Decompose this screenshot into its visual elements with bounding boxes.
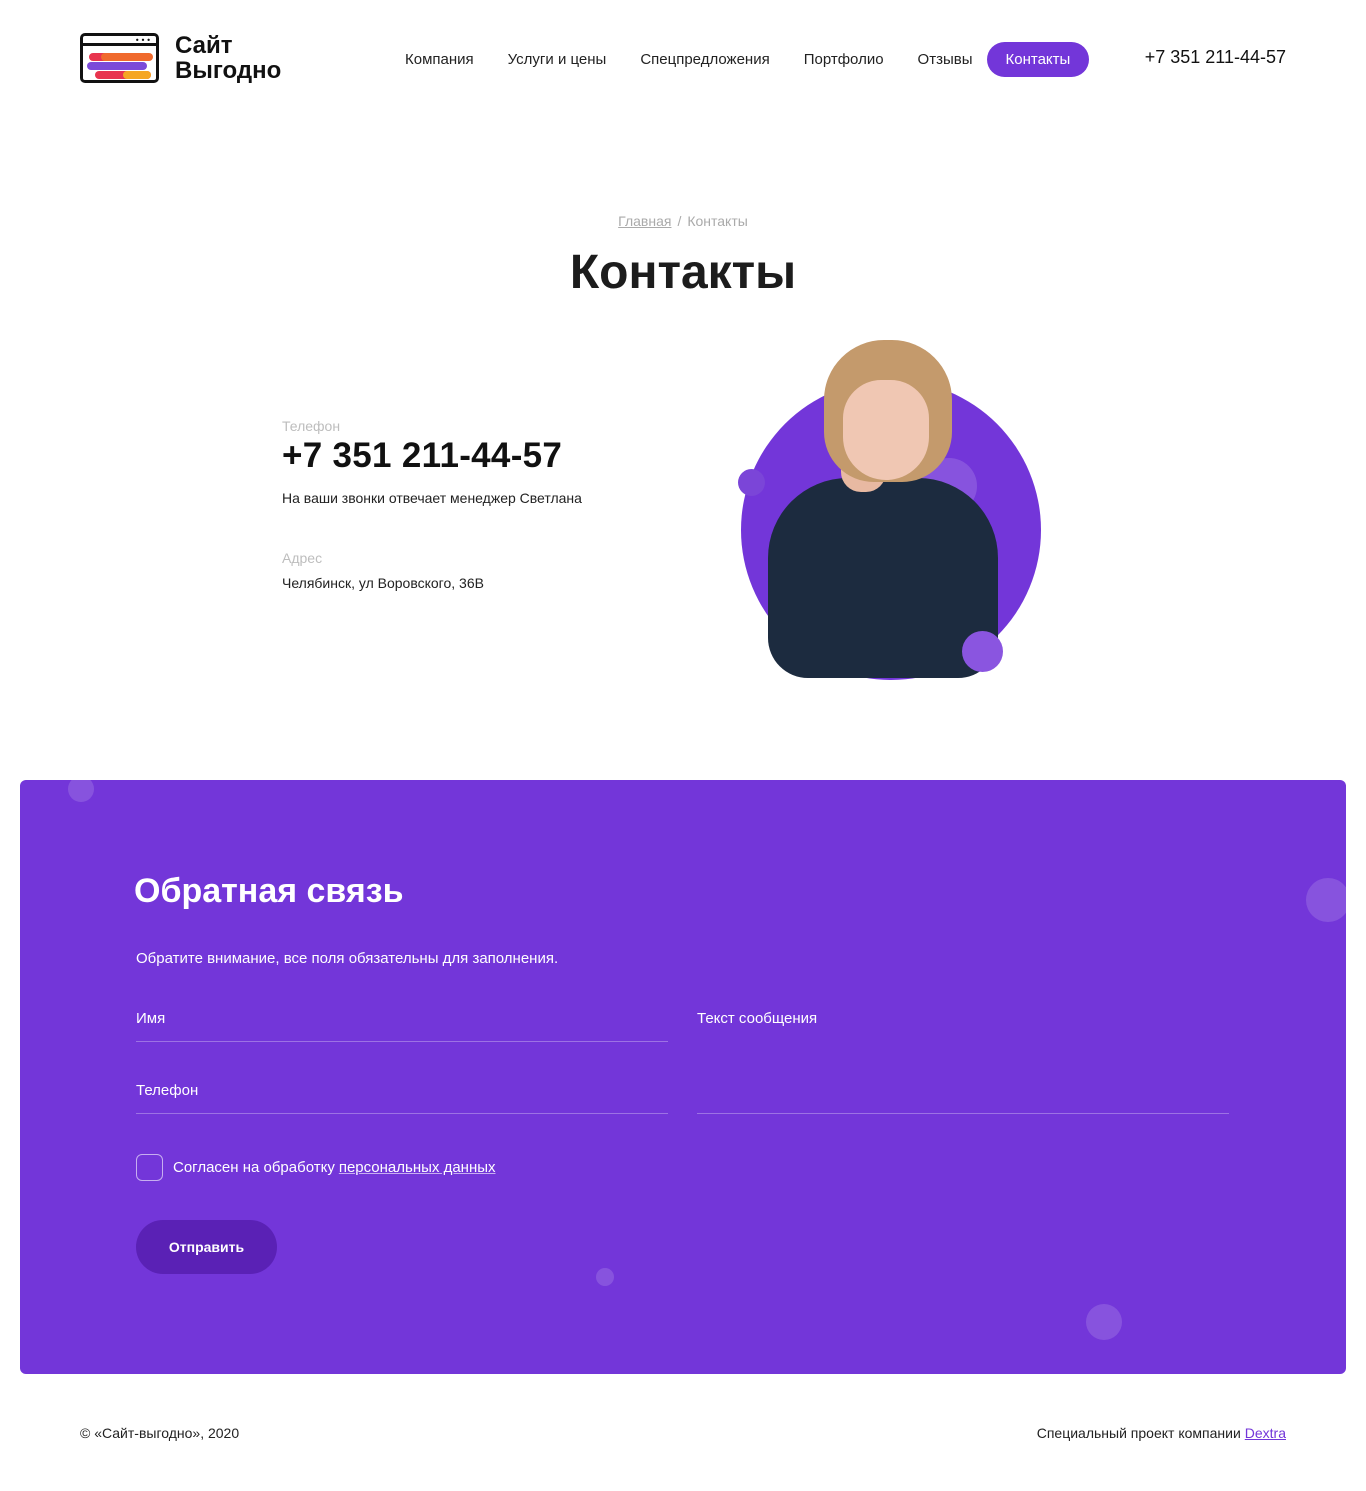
contact-phone-link[interactable]: +7 351 211-44-57 — [282, 436, 582, 476]
manager-photo — [738, 340, 1048, 685]
consent-checkbox[interactable] — [136, 1154, 163, 1181]
nav-contacts[interactable]: Контакты — [986, 42, 1090, 77]
site-header: ••• Сайт Выгодно Компания Услуги и цены … — [0, 0, 1366, 118]
breadcrumb: Главная / Контакты — [0, 213, 1366, 229]
message-textarea[interactable] — [697, 1010, 1229, 1090]
main-nav: Компания Услуги и цены Спецпредложения П… — [388, 42, 1090, 77]
name-field — [136, 1010, 668, 1042]
address-label: Адрес — [282, 550, 323, 566]
personal-data-link[interactable]: персональных данных — [339, 1159, 496, 1176]
feedback-note: Обратите внимание, все поля обязательны … — [136, 950, 559, 967]
header-phone-link[interactable]: +7 351 211-44-57 — [1145, 47, 1286, 68]
nav-company[interactable]: Компания — [388, 42, 491, 77]
logo-text: Сайт Выгодно — [175, 33, 281, 83]
decor-dot — [738, 469, 765, 496]
address-value: Челябинск, ул Воровского, 36В — [282, 575, 484, 591]
nav-portfolio[interactable]: Портфолио — [787, 42, 901, 77]
nav-services[interactable]: Услуги и цены — [491, 42, 624, 77]
nav-reviews[interactable]: Отзывы — [901, 42, 990, 77]
footer-project: Специальный проект компании Dextra — [1037, 1425, 1286, 1441]
logo[interactable]: ••• Сайт Выгодно — [80, 33, 281, 83]
feedback-section: Обратная связь Обратите внимание, все по… — [20, 776, 1350, 1374]
nav-offers[interactable]: Спецпредложения — [623, 42, 786, 77]
logo-icon: ••• — [80, 33, 159, 83]
feedback-title: Обратная связь — [134, 872, 404, 910]
logo-line-2: Выгодно — [175, 57, 282, 84]
name-input[interactable] — [136, 1010, 668, 1027]
decor-dot — [962, 631, 1003, 672]
logo-dots: ••• — [134, 36, 152, 45]
footer-dextra-link[interactable]: Dextra — [1245, 1425, 1286, 1441]
logo-line-1: Сайт — [175, 32, 233, 59]
breadcrumb-separator: / — [677, 213, 682, 229]
phone-input[interactable] — [136, 1082, 668, 1099]
decor-dot — [1086, 1304, 1122, 1340]
consent-row: Согласен на обработку персональных данных — [136, 1154, 496, 1181]
consent-text: Согласен на обработку персональных данных — [173, 1159, 496, 1176]
consent-label: Согласен на обработку — [173, 1159, 335, 1176]
submit-button[interactable]: Отправить — [136, 1220, 277, 1274]
footer-copyright: © «Сайт-выгодно», 2020 — [80, 1425, 240, 1441]
page-title: Контакты — [569, 246, 797, 299]
phone-field — [136, 1082, 668, 1114]
photo-face — [843, 380, 929, 480]
decor-dot — [68, 776, 94, 802]
decor-dot — [596, 1268, 614, 1286]
contacts-block: Телефон +7 351 211-44-57 На ваши звонки … — [282, 418, 582, 591]
breadcrumb-current: Контакты — [687, 213, 748, 229]
footer-project-text: Специальный проект компании — [1036, 1425, 1241, 1441]
message-field — [697, 1010, 1229, 1114]
phone-label: Телефон — [282, 418, 341, 434]
decor-dot — [1306, 878, 1350, 922]
phone-note: На ваши звонки отвечает менеджер Светлан… — [282, 490, 582, 506]
breadcrumb-home-link[interactable]: Главная — [618, 213, 671, 229]
